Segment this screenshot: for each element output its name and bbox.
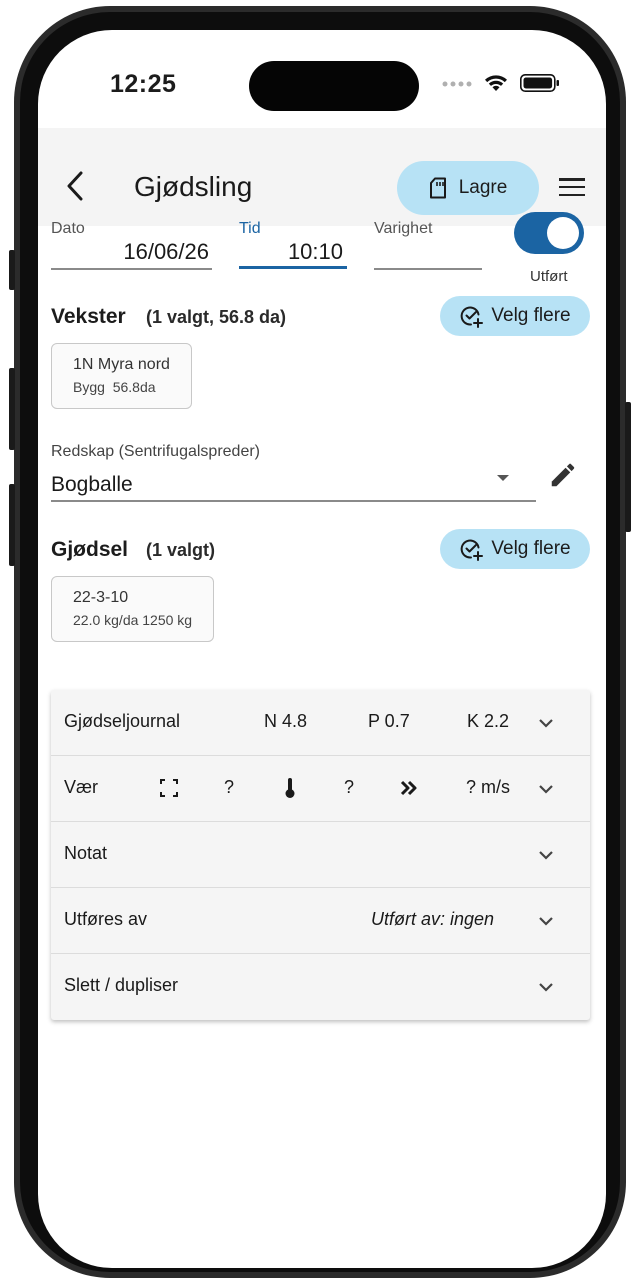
redskap-underline [51,500,536,502]
dato-field[interactable]: 16/06/26 [51,239,209,265]
chevron-down-icon [539,851,553,860]
phosphorus-value: P 0.7 [368,711,410,731]
utfores-title: Utføres av [64,909,148,929]
vekster-velg-flere-button[interactable]: Velg flere [440,296,590,336]
utfort-av-value: Utført av: ingen [371,909,495,929]
potassium-value: K 2.2 [467,711,510,731]
menu-button[interactable] [558,176,586,198]
vekster-title: Vekster [51,305,126,328]
gjodsel-subtitle: (1 valgt) [146,540,216,560]
slett-title: Slett / dupliser [64,975,179,995]
hamburger-line [559,193,585,196]
wifi-icon [485,75,507,91]
side-button-volume-down [9,484,15,566]
details-accordion: Gjødseljournal N 4.8 P 0.7 K 2.2 Vær ? ?… [51,690,590,1020]
gjodsel-title: Gjødsel [51,538,129,561]
chip-name: 1N Myra nord [73,356,170,373]
screen: 12:25 Gjødsling Lagre Dato 16/06/26 Tid … [38,30,606,1268]
chip-detail: 22.0 kg/da 1250 kg [73,612,193,628]
wind-icon [398,776,420,800]
chevron-down-icon [539,983,553,992]
dato-label: Dato [51,220,85,237]
hamburger-line [559,185,585,189]
accordion-notat[interactable]: Notat [51,822,590,888]
vaer-title: Vær [64,777,99,797]
temperature-value: ? [344,777,355,797]
dropdown-arrow-icon[interactable] [496,471,510,485]
page-title: Gjødsling [134,171,253,202]
chevron-left-icon [67,171,83,201]
side-button-volume-up [9,368,15,450]
thermometer-icon [279,776,301,800]
vekster-chip[interactable]: 1N Myra nord Bygg 56.8da [51,343,192,409]
accordion-utfores-av[interactable]: Utføres av Utført av: ingen [51,888,590,954]
dynamic-island [249,61,419,111]
chip-name: 22-3-10 [73,589,129,606]
gjodsel-velg-flere-label: Velg flere [491,538,571,559]
cloud-cover-icon [158,776,180,800]
accordion-vaer[interactable]: Vær ? ? ? m/s [51,756,590,822]
app-bar: Gjødsling Lagre [38,128,606,226]
redskap-label: Redskap (Sentrifugalspreder) [51,443,260,460]
redskap-dropdown[interactable]: Bogballe [51,473,133,497]
battery-icon [520,74,559,92]
gjodsel-chip[interactable]: 22-3-10 22.0 kg/da 1250 kg [51,576,215,642]
accordion-slett-dupliser[interactable]: Slett / dupliser [51,954,590,1020]
cellular-signal-icon [442,81,472,87]
side-button-silent [9,250,15,290]
cloud-cover-value: ? [224,777,235,797]
varighet-field[interactable] [374,239,478,265]
status-time: 12:25 [110,70,177,98]
utfort-toggle[interactable] [514,212,584,254]
chevron-down-icon [539,917,553,926]
sd-card-icon [429,177,446,199]
chevron-down-icon [539,785,553,794]
dato-underline [51,268,212,270]
chevron-down-icon [539,719,553,728]
accordion-gjodseljournal[interactable]: Gjødseljournal N 4.8 P 0.7 K 2.2 [51,690,590,756]
save-button[interactable]: Lagre [397,161,539,215]
chip-detail: Bygg 56.8da [73,379,156,395]
gjodsel-velg-flere-button[interactable]: Velg flere [440,529,590,569]
check-circle-plus-icon [461,539,484,561]
edit-pencil-icon[interactable] [548,460,578,490]
vekster-subtitle: (1 valgt, 56.8 da) [146,307,287,327]
gjodseljournal-title: Gjødseljournal [64,711,181,731]
tid-label: Tid [239,220,261,237]
nitrogen-value: N 4.8 [264,711,308,731]
back-button[interactable] [62,168,88,204]
toggle-knob [547,217,579,249]
hamburger-menu-icon [559,178,585,181]
status-icons [442,74,560,92]
wind-value: ? m/s [466,777,511,797]
tid-field[interactable]: 10:10 [239,239,343,265]
check-circle-plus-icon [461,306,484,328]
varighet-underline [374,268,482,270]
vekster-velg-flere-label: Velg flere [491,305,571,326]
utfort-label: Utført [530,268,568,285]
varighet-label: Varighet [374,220,433,237]
save-button-label: Lagre [458,177,508,198]
side-button-power [625,402,631,532]
tid-underline-focused [239,266,347,269]
notat-title: Notat [64,843,108,863]
